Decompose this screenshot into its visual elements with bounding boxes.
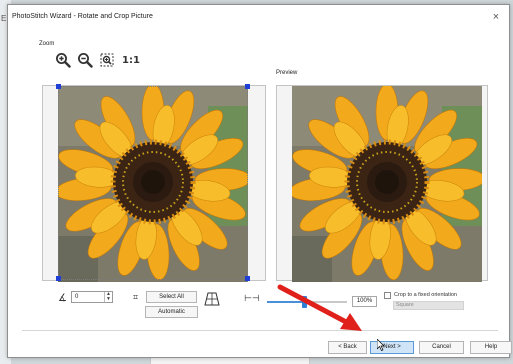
preview-panel xyxy=(276,85,488,282)
automatic-button[interactable]: Automatic xyxy=(145,306,198,318)
rotation-angle-value: 0 xyxy=(75,294,79,300)
zoom-fit-button[interactable] xyxy=(98,50,116,70)
crop-handle-bottom-left[interactable] xyxy=(56,276,61,281)
crop-panel[interactable] xyxy=(42,84,266,282)
perspective-icon xyxy=(204,292,220,306)
zoom-fit-icon xyxy=(100,53,114,67)
crop-handle-bottom-right[interactable] xyxy=(245,276,250,281)
actual-size-button[interactable]: 1:1 xyxy=(120,50,142,70)
zoom-percent-field[interactable]: 100% xyxy=(352,296,377,307)
preview-photo xyxy=(292,86,482,282)
zoom-in-icon xyxy=(56,53,71,68)
title-bar: PhotoStitch Wizard - Rotate and Crop Pic… xyxy=(8,5,509,29)
zoom-out-button[interactable] xyxy=(76,50,94,70)
zoom-slider[interactable] xyxy=(267,296,347,308)
zoom-label: Zoom xyxy=(39,41,55,47)
perspective-button[interactable] xyxy=(202,289,222,309)
close-button[interactable]: × xyxy=(489,10,503,24)
zoom-out-icon xyxy=(78,53,93,68)
rotation-angle-spinner[interactable]: 0 ▲ ▼ xyxy=(71,291,113,303)
zoom-in-button[interactable] xyxy=(54,50,72,70)
help-button[interactable]: Help xyxy=(470,341,512,354)
crop-handle-top-left[interactable] xyxy=(56,84,61,89)
preview-label: Preview xyxy=(276,70,298,76)
orientation-select[interactable]: Square xyxy=(393,301,464,310)
angle-icon: ∡ xyxy=(58,293,67,304)
background-glyph: E xyxy=(1,14,7,23)
next-button[interactable]: Next > xyxy=(370,341,414,354)
photostitch-wizard-dialog: PhotoStitch Wizard - Rotate and Crop Pic… xyxy=(7,4,512,358)
spinner-arrows-icon[interactable]: ▲ ▼ xyxy=(104,292,112,302)
zoom-slider-fill xyxy=(267,301,305,303)
sunflower-preview-image xyxy=(292,86,482,282)
crop-fixed-orientation-checkbox[interactable] xyxy=(384,292,391,299)
crop-handle-top-right[interactable] xyxy=(245,84,250,89)
fit-width-icon[interactable]: ⊢⊣ xyxy=(244,294,260,304)
crop-fixed-orientation-label: Crop to a fixed orientation xyxy=(394,292,457,298)
crop-selection-frame[interactable] xyxy=(58,86,248,280)
cancel-button[interactable]: Cancel xyxy=(419,341,464,354)
crop-icon: ⌗ xyxy=(133,292,139,302)
window-title: PhotoStitch Wizard - Rotate and Crop Pic… xyxy=(12,13,153,20)
select-all-button[interactable]: Select All xyxy=(146,291,197,303)
zoom-slider-thumb[interactable] xyxy=(302,296,308,308)
zoom-toolbar: 1:1 xyxy=(54,50,142,76)
controls-row: ∡ 0 ▲ ▼ ⌗ Select All Automatic ⊢⊣ 100% Cr… xyxy=(8,289,509,319)
footer-separator xyxy=(22,330,498,331)
back-button[interactable]: < Back xyxy=(328,341,367,354)
